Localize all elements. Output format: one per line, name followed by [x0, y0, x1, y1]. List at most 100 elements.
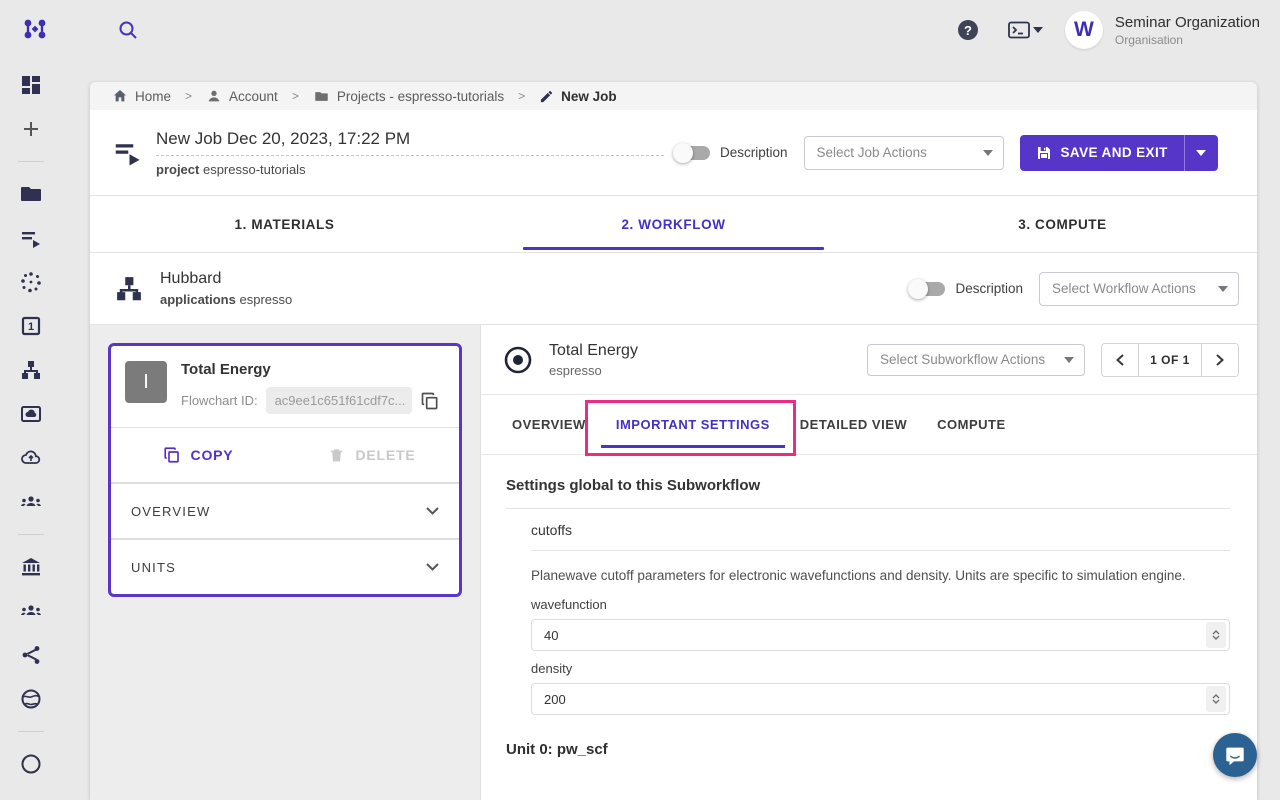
breadcrumb-account[interactable]: Account	[206, 88, 278, 104]
search-icon[interactable]	[116, 18, 140, 42]
important-settings-body: Settings global to this Subworkflow cuto…	[481, 455, 1257, 800]
subworkflow-actions-placeholder: Select Subworkflow Actions	[880, 352, 1045, 367]
wavefunction-input[interactable]	[532, 628, 1206, 643]
breadcrumb-separator: >	[518, 89, 525, 103]
chat-button[interactable]	[1213, 733, 1257, 777]
pager-prev-button[interactable]	[1102, 344, 1138, 376]
chevron-down-icon	[426, 507, 439, 515]
job-project: project espresso-tutorials	[156, 162, 664, 177]
bank-icon[interactable]	[19, 555, 43, 579]
tab-overview[interactable]: OVERVIEW	[497, 395, 601, 454]
tab-detailed-view[interactable]: DETAILED VIEW	[785, 395, 922, 454]
workflow-header: Hubbard applications espresso Descriptio…	[90, 253, 1257, 325]
density-stepper[interactable]	[1206, 686, 1226, 712]
job-project-label: project	[156, 162, 199, 177]
job-actions-select[interactable]: Select Job Actions	[804, 136, 1004, 170]
help-icon[interactable]: ?	[958, 20, 978, 40]
unit-card-header: I Total Energy Flowchart ID: ac9ee1c651f…	[111, 346, 459, 427]
chevron-down-icon	[1196, 150, 1206, 156]
chevron-down-icon	[1064, 357, 1074, 363]
unit-type-badge: I	[125, 361, 167, 403]
pager-next-button[interactable]	[1202, 344, 1238, 376]
globe2-icon[interactable]	[19, 752, 43, 776]
tab-compute[interactable]: 3. COMPUTE	[868, 196, 1257, 252]
breadcrumb-label: Home	[135, 89, 171, 104]
flowchart-id-value[interactable]: ac9ee1c651f61cdf7c...	[266, 387, 412, 414]
delete-unit-button[interactable]: DELETE	[285, 428, 459, 482]
workflow-actions-select[interactable]: Select Workflow Actions	[1039, 272, 1239, 306]
accordion-units[interactable]: UNITS	[111, 538, 459, 594]
org-block[interactable]: Seminar Organization Organisation	[1115, 13, 1260, 47]
workflow-title[interactable]: Hubbard	[160, 270, 292, 288]
subworkflow-title-block: Total Energy espresso	[549, 342, 638, 378]
share-icon[interactable]	[19, 643, 43, 667]
job-title[interactable]: New Job Dec 20, 2023, 17:22 PM	[156, 129, 664, 156]
wavefunction-stepper[interactable]	[1206, 622, 1226, 648]
plus-icon[interactable]	[19, 117, 43, 141]
cloud-upload-icon[interactable]	[19, 446, 43, 470]
person-icon	[206, 88, 222, 104]
unit-card-total-energy[interactable]: I Total Energy Flowchart ID: ac9ee1c651f…	[108, 343, 462, 597]
breadcrumb-home[interactable]: Home	[112, 88, 171, 104]
job-icon	[112, 138, 142, 168]
copy-unit-button[interactable]: COPY	[111, 428, 285, 482]
radio-selected-icon	[503, 345, 533, 375]
jobs-icon[interactable]	[19, 226, 43, 250]
pencil-icon	[539, 89, 554, 104]
breadcrumb-projects[interactable]: Projects - espresso-tutorials	[313, 89, 504, 104]
breadcrumb: Home > Account > Projects - espresso-tut…	[90, 82, 1257, 110]
app-logo-icon[interactable]	[22, 17, 48, 43]
job-step-tabs: 1. MATERIALS 2. WORKFLOW 3. COMPUTE	[90, 196, 1257, 253]
dashboard-icon[interactable]	[19, 73, 43, 97]
chevron-down-icon	[1033, 27, 1043, 33]
description-toggle[interactable]	[676, 146, 710, 160]
unit-0-heading: Unit 0: pw_scf	[506, 741, 1230, 758]
density-input[interactable]	[532, 692, 1206, 707]
sidebar: 1	[0, 60, 62, 800]
cutoffs-label: cutoffs	[531, 509, 1230, 551]
workflow-subtitle-value: espresso	[239, 292, 292, 307]
material-icon[interactable]: 1	[19, 314, 43, 338]
tab-compute[interactable]: COMPUTE	[922, 395, 1021, 454]
stepper-down-icon	[1212, 699, 1220, 704]
breadcrumb-separator: >	[185, 89, 192, 103]
subworkflow-subtitle: espresso	[549, 363, 638, 378]
subworkflow-header: Total Energy espresso Select Subworkflow…	[481, 325, 1257, 395]
chevron-down-icon	[426, 563, 439, 571]
chevron-left-icon	[1116, 354, 1124, 366]
chat-bubble-icon	[1224, 744, 1246, 766]
description-toggle-label: Description	[720, 145, 788, 160]
breadcrumb-new-job[interactable]: New Job	[539, 89, 617, 104]
sidebar-divider	[18, 731, 44, 732]
team-icon[interactable]	[19, 490, 43, 514]
svg-text:1: 1	[28, 321, 34, 333]
workflows-icon[interactable]	[19, 358, 43, 382]
save-and-exit-button[interactable]: SAVE AND EXIT	[1020, 135, 1184, 171]
tab-workflow[interactable]: 2. WORKFLOW	[479, 196, 868, 252]
console-menu-button[interactable]	[1008, 21, 1043, 39]
folder-icon[interactable]	[19, 182, 43, 206]
accordion-overview[interactable]: OVERVIEW	[111, 482, 459, 538]
subworkflow-pager: 1 OF 1	[1101, 343, 1239, 377]
workflow-title-block: Hubbard applications espresso	[160, 270, 292, 307]
workflow-subtitle: applications espresso	[160, 292, 292, 307]
globe-icon[interactable]	[19, 687, 43, 711]
cloud-box-icon[interactable]	[19, 402, 43, 426]
subworkflow-actions-select[interactable]: Select Subworkflow Actions	[867, 344, 1085, 376]
save-and-exit-split-button: SAVE AND EXIT	[1020, 135, 1218, 171]
delete-unit-label: DELETE	[355, 447, 415, 463]
stepper-down-icon	[1212, 635, 1220, 640]
unit-card-actions: COPY DELETE	[111, 427, 459, 482]
settings-heading: Settings global to this Subworkflow	[506, 477, 1230, 509]
tab-materials[interactable]: 1. MATERIALS	[90, 196, 479, 252]
save-more-actions-button[interactable]	[1184, 135, 1218, 171]
people-icon[interactable]	[19, 599, 43, 623]
tab-important-settings[interactable]: IMPORTANT SETTINGS	[601, 395, 785, 454]
workflow-description-toggle[interactable]	[911, 282, 945, 296]
avatar[interactable]: W	[1065, 11, 1103, 49]
save-and-exit-label: SAVE AND EXIT	[1061, 145, 1168, 160]
copy-id-icon[interactable]	[420, 391, 440, 411]
copy-icon	[163, 446, 181, 464]
atoms-icon[interactable]	[19, 270, 43, 294]
unit-list-panel: I Total Energy Flowchart ID: ac9ee1c651f…	[90, 325, 480, 800]
